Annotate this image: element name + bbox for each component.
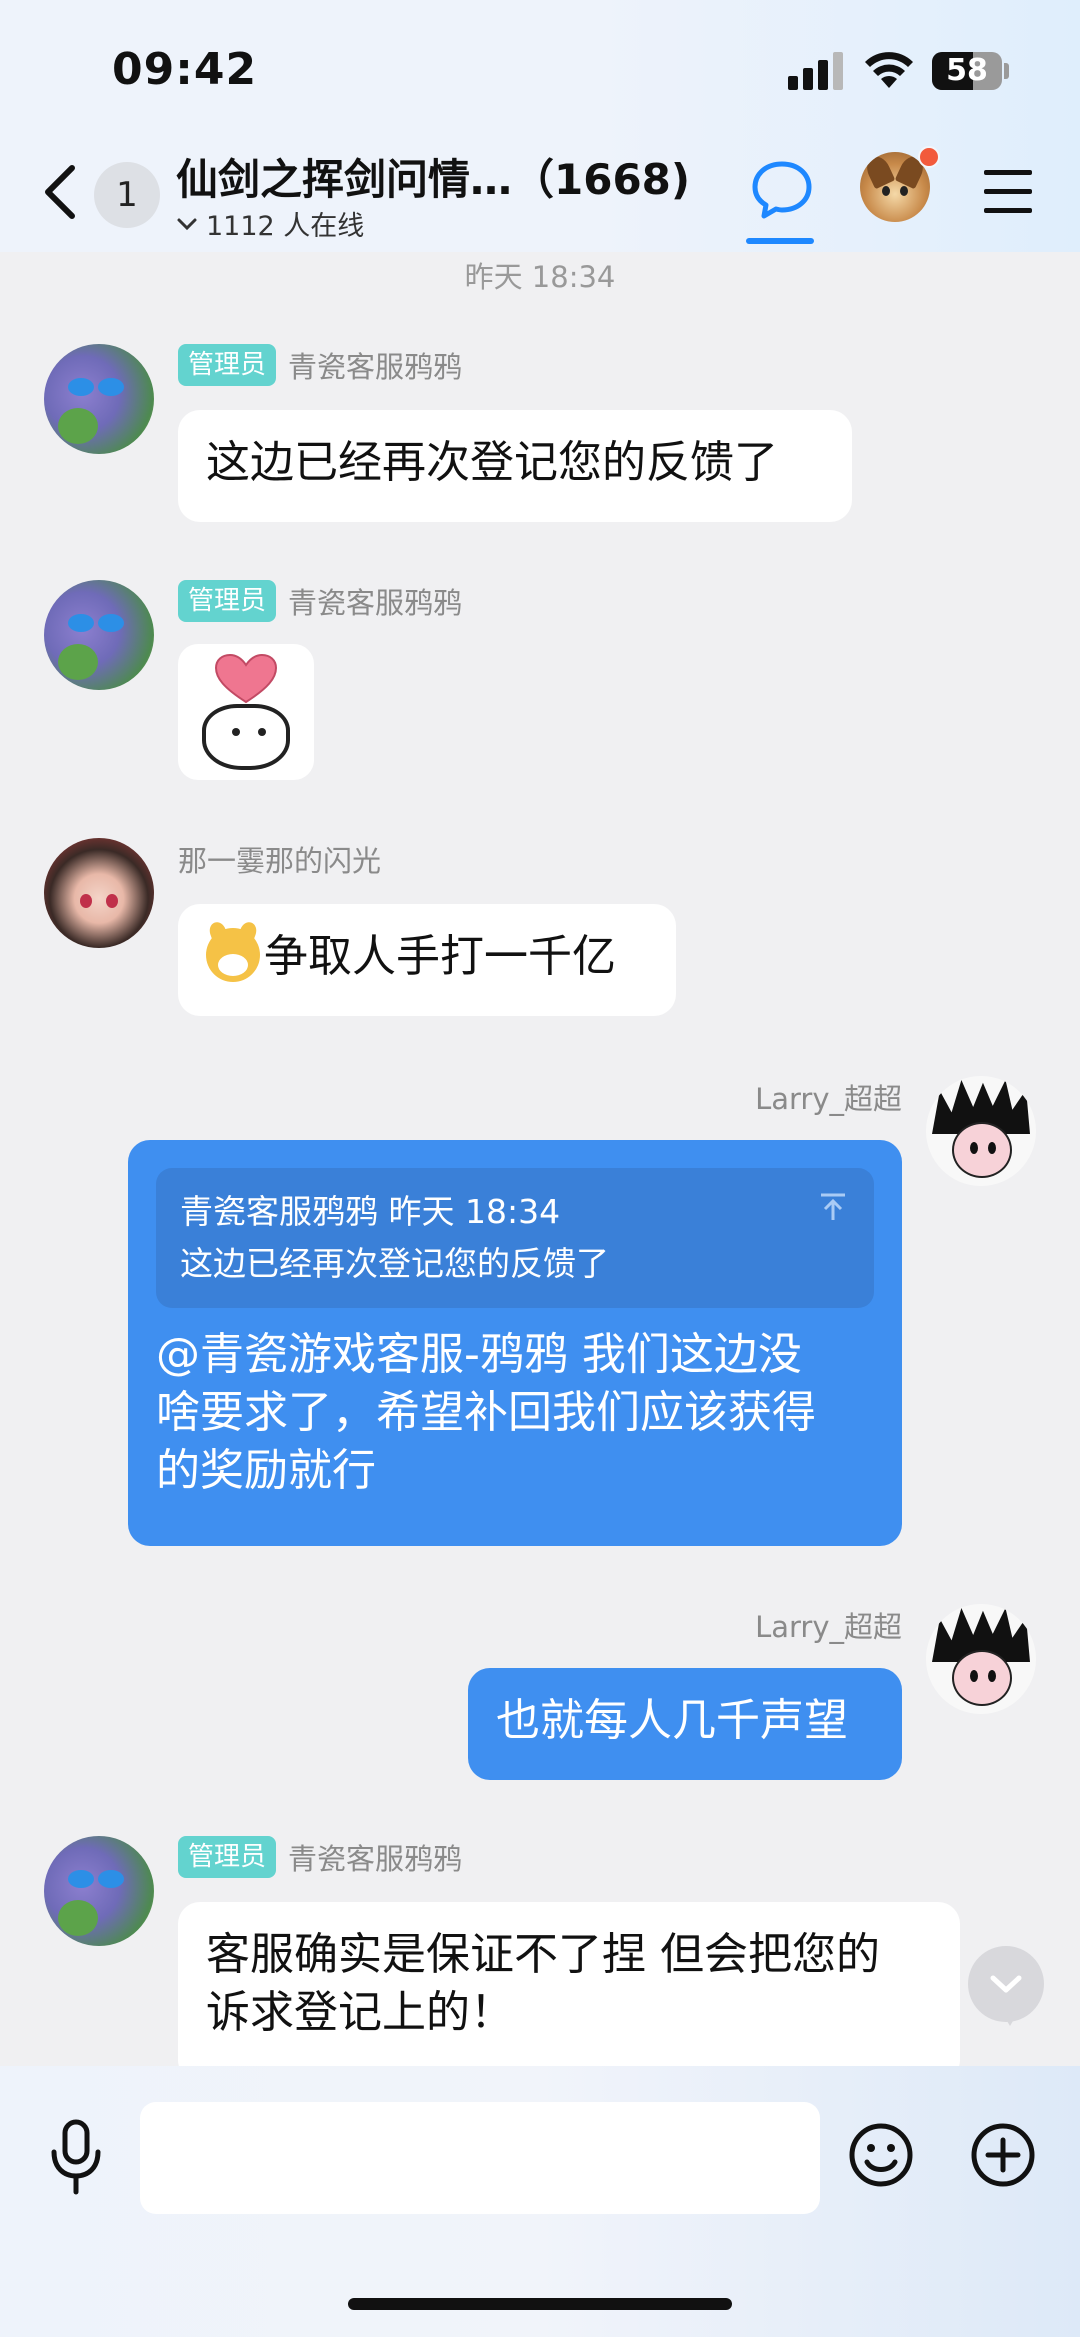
quote-header: 青瓷客服鸦鸦 昨天 18:34 — [180, 1186, 850, 1238]
message-bubble[interactable]: 争取人手打一千亿 — [178, 904, 676, 1016]
avatar[interactable] — [926, 1604, 1036, 1714]
smiley-icon[interactable] — [848, 2122, 914, 2188]
message-bubble[interactable]: 也就每人几千声望 — [468, 1668, 902, 1780]
timestamp: 昨天 18:34 — [464, 260, 616, 294]
sender-row: 管理员 青瓷客服鸦鸦 — [178, 344, 462, 386]
message-text-line: 的奖励就行 — [156, 1445, 376, 1496]
admin-badge: 管理员 — [178, 580, 277, 622]
online-count-text: 1112 人在线 — [206, 211, 365, 242]
quote-sender: 青瓷客服鸦鸦 — [180, 1192, 378, 1231]
quote-time: 昨天 18:34 — [388, 1192, 561, 1231]
admin-badge: 管理员 — [178, 1836, 277, 1878]
sender-name[interactable]: 青瓷客服鸦鸦 — [288, 344, 462, 386]
back-arrow-icon[interactable] — [36, 162, 86, 222]
dog-face-emoji — [206, 919, 260, 982]
message-text: 争取人手打一千亿 — [264, 931, 616, 982]
wifi-icon — [865, 52, 913, 88]
avatar[interactable] — [44, 838, 154, 948]
message-text-line: 诉求登记上的！ — [206, 1987, 514, 2038]
sender-name[interactable]: Larry_超超 — [620, 1076, 902, 1118]
avatar[interactable] — [926, 1076, 1036, 1186]
bear-icon — [202, 704, 290, 770]
message-text-line: 客服确实是保证不了捏 但会把您的 — [206, 1929, 880, 1980]
avatar[interactable] — [44, 1836, 154, 1946]
scroll-to-bottom-button[interactable] — [968, 1946, 1044, 2026]
sender-row: 那一霎那的闪光 — [178, 838, 381, 880]
message-text-line: @青瓷游戏客服-鸦鸦 我们这边没 — [156, 1329, 802, 1380]
active-tab-indicator — [746, 238, 814, 244]
sender-name[interactable]: 青瓷客服鸦鸦 — [288, 1836, 462, 1878]
microphone-icon[interactable] — [46, 2118, 106, 2198]
quoted-message[interactable]: 青瓷客服鸦鸦 昨天 18:34 这边已经再次登记您的反馈了 — [156, 1168, 874, 1308]
status-time: 09:42 — [112, 44, 258, 95]
sender-row: 管理员 青瓷客服鸦鸦 — [178, 580, 462, 622]
message-bubble[interactable]: 客服确实是保证不了捏 但会把您的 诉求登记上的！ — [178, 1902, 960, 2066]
online-count[interactable]: 1112 人在线 — [176, 204, 364, 243]
sender-name[interactable]: 青瓷客服鸦鸦 — [288, 580, 462, 622]
input-bar — [0, 2066, 1080, 2337]
battery-percent: 58 — [946, 53, 988, 88]
plus-icon[interactable] — [970, 2122, 1036, 2188]
home-indicator[interactable] — [348, 2298, 732, 2310]
reply-message-bubble[interactable]: 青瓷客服鸦鸦 昨天 18:34 这边已经再次登记您的反馈了 @青瓷游戏客服-鸦鸦… — [128, 1140, 902, 1546]
group-title[interactable]: 仙剑之挥剑问情…（1668) — [176, 146, 690, 207]
sender-name[interactable]: Larry_超超 — [620, 1604, 902, 1646]
quote-text: 这边已经再次登记您的反馈了 — [180, 1244, 609, 1283]
message-input[interactable] — [140, 2102, 820, 2214]
avatar[interactable] — [44, 344, 154, 454]
battery-icon: 58 — [932, 52, 1002, 90]
sender-row: 管理员 青瓷客服鸦鸦 — [178, 1836, 462, 1878]
jump-to-original-icon[interactable] — [818, 1192, 848, 1222]
chat-bubble-icon[interactable] — [750, 158, 814, 222]
message-text-line: 啥要求了，希望补回我们应该获得 — [156, 1387, 816, 1438]
chevron-down-icon — [990, 1975, 1022, 1993]
menu-icon[interactable] — [984, 170, 1032, 214]
notification-dot — [918, 146, 940, 168]
sender-name[interactable]: 那一霎那的闪光 — [178, 838, 381, 880]
unread-count-badge[interactable]: 1 — [94, 162, 160, 228]
battery-tip — [1004, 63, 1009, 79]
heart-icon — [214, 654, 278, 704]
message-bubble[interactable]: 这边已经再次登记您的反馈了 — [178, 410, 852, 522]
cellular-signal-icon — [788, 52, 848, 90]
chevron-down-icon — [177, 218, 197, 230]
status-bar: 09:42 58 — [0, 0, 1080, 140]
chat-header: 1 仙剑之挥剑问情…（1668) 1112 人在线 — [0, 140, 1080, 252]
message-list[interactable]: 昨天 18:34 管理员 青瓷客服鸦鸦 这边已经再次登记您的反馈了 管理员 青瓷… — [0, 252, 1080, 2066]
admin-badge: 管理员 — [178, 344, 277, 386]
heart-bear-sticker[interactable] — [178, 644, 314, 780]
avatar[interactable] — [44, 580, 154, 690]
